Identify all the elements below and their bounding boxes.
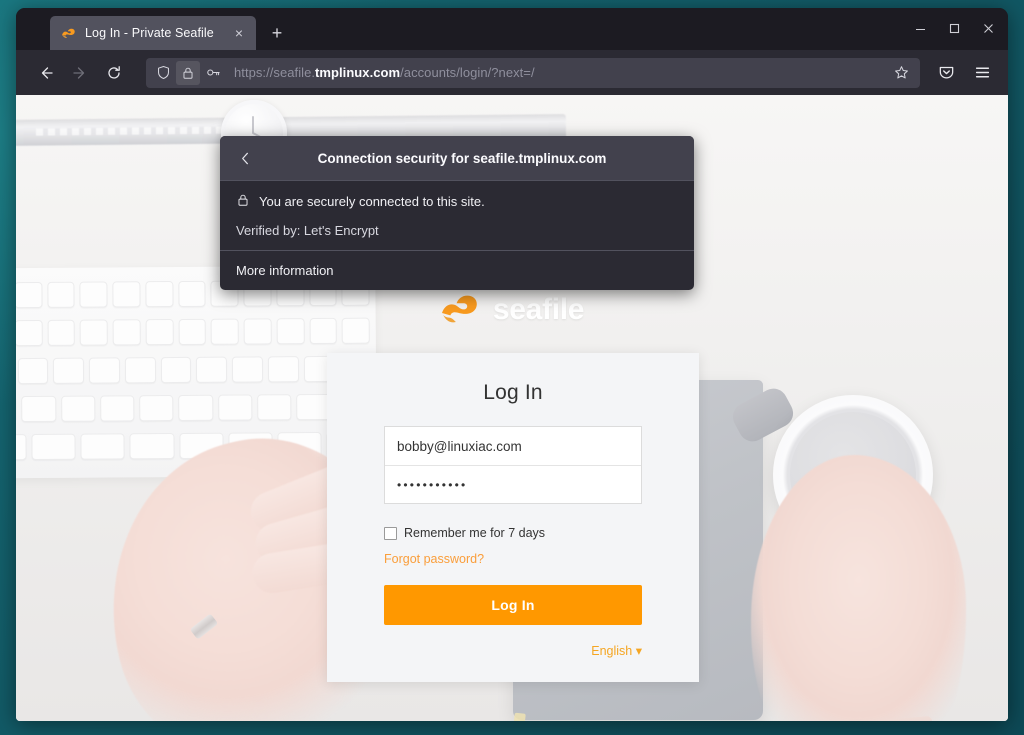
password-field[interactable]: ••••••••••• xyxy=(385,465,641,503)
tab-strip: Log In - Private Seafile × + xyxy=(16,8,1008,50)
padlock-icon xyxy=(236,193,250,210)
seafile-favicon-icon xyxy=(61,25,77,41)
url-path: /accounts/login/?next=/ xyxy=(400,65,535,80)
login-card: Log In bobby@linuxiac.com ••••••••••• Re… xyxy=(327,353,699,682)
hamburger-menu-icon[interactable] xyxy=(966,57,998,89)
secure-connection-message: You are securely connected to this site. xyxy=(259,194,485,209)
back-chevron-icon[interactable] xyxy=(232,145,258,171)
url-host: tmplinux.com xyxy=(315,65,401,80)
window-controls xyxy=(904,14,1004,42)
toolbar-right xyxy=(930,57,998,89)
login-fields: bobby@linuxiac.com ••••••••••• xyxy=(384,426,642,504)
verified-by-text: Verified by: Let's Encrypt xyxy=(236,223,379,238)
browser-window: Log In - Private Seafile × + https://sea… xyxy=(16,8,1008,721)
login-title: Log In xyxy=(483,381,543,404)
seafile-wordmark: seafile xyxy=(492,292,585,326)
page-viewport: seafile Log In bobby@linuxiac.com ••••••… xyxy=(16,95,1008,721)
url-text[interactable]: https://seafile.tmplinux.com/accounts/lo… xyxy=(234,65,887,80)
secure-connection-row: You are securely connected to this site. xyxy=(236,193,678,210)
tab-close-icon[interactable]: × xyxy=(230,24,248,42)
new-tab-button[interactable]: + xyxy=(262,18,292,48)
tracking-protection-shield-icon[interactable] xyxy=(151,61,175,85)
pocket-icon[interactable] xyxy=(930,57,962,89)
popup-header: Connection security for seafile.tmplinux… xyxy=(220,136,694,180)
key-icon[interactable] xyxy=(201,61,225,85)
remember-me-label: Remember me for 7 days xyxy=(404,526,546,540)
login-submit-button[interactable]: Log In xyxy=(384,585,642,625)
url-prefix: https://seafile. xyxy=(234,65,316,80)
minimize-button[interactable] xyxy=(904,14,936,42)
language-selector[interactable]: English ▾ xyxy=(591,644,642,658)
seafile-logo-mark-icon xyxy=(440,291,484,328)
connection-security-popup: Connection security for seafile.tmplinux… xyxy=(220,136,694,290)
maximize-button[interactable] xyxy=(938,14,970,42)
language-label: English xyxy=(591,644,633,658)
forward-button[interactable] xyxy=(64,57,96,89)
more-information-button[interactable]: More information xyxy=(220,251,694,290)
tab-title: Log In - Private Seafile xyxy=(85,26,214,40)
reload-button[interactable] xyxy=(98,57,130,89)
popup-title: Connection security for seafile.tmplinux… xyxy=(317,150,607,166)
star-icon[interactable] xyxy=(888,60,914,86)
forgot-password-link[interactable]: Forgot password? xyxy=(384,552,642,566)
language-row: English ▾ xyxy=(384,642,642,660)
address-bar[interactable]: https://seafile.tmplinux.com/accounts/lo… xyxy=(146,57,920,88)
padlock-icon[interactable] xyxy=(176,60,200,85)
navigation-toolbar: https://seafile.tmplinux.com/accounts/lo… xyxy=(16,50,1008,95)
email-field[interactable]: bobby@linuxiac.com xyxy=(385,427,641,465)
remember-me-checkbox[interactable] xyxy=(384,526,397,540)
identity-box xyxy=(151,60,225,85)
chevron-down-icon: ▾ xyxy=(635,644,642,658)
remember-me-row[interactable]: Remember me for 7 days xyxy=(384,526,642,540)
popup-body: You are securely connected to this site.… xyxy=(220,181,694,250)
seafile-logo: seafile xyxy=(16,291,1008,328)
back-button[interactable] xyxy=(30,57,62,89)
browser-tab[interactable]: Log In - Private Seafile × xyxy=(50,16,256,50)
close-button[interactable] xyxy=(972,14,1004,42)
